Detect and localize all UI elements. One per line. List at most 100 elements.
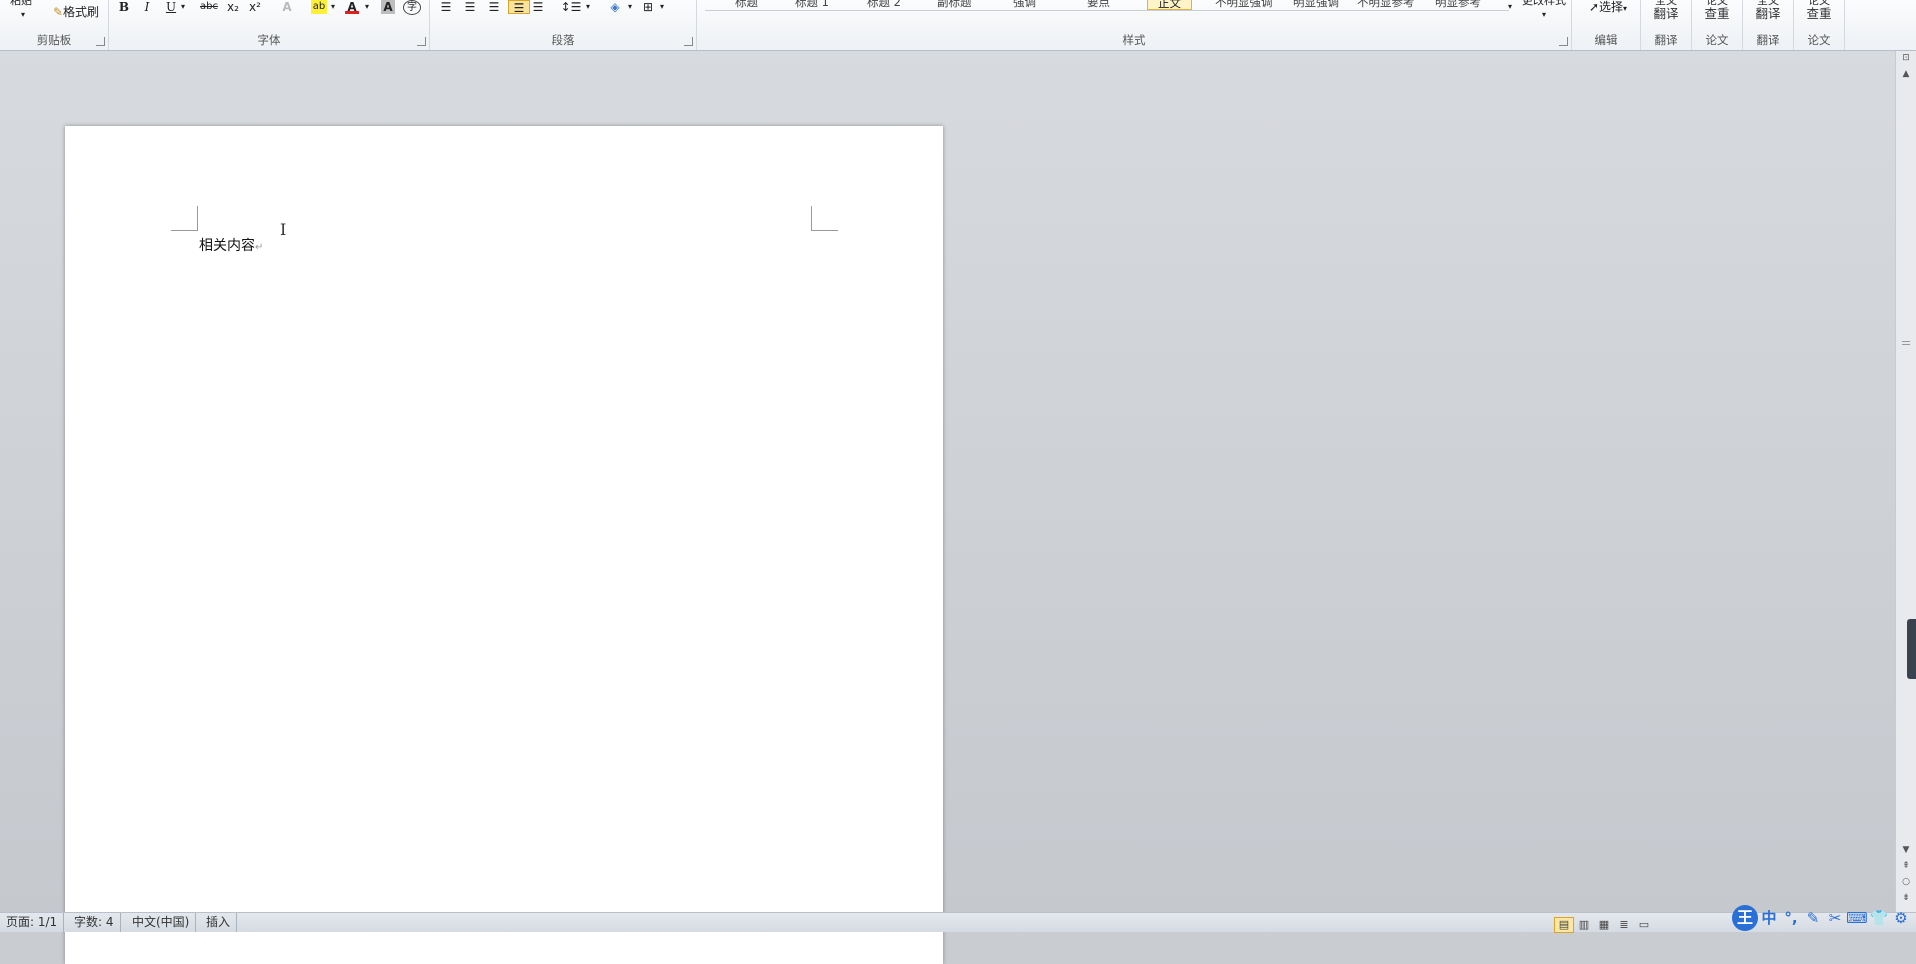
vertical-scrollbar[interactable]: ⊡ ▲ ▼ ⇞ ○ ⇟: [1895, 51, 1916, 913]
font-color-dropdown-icon[interactable]: ▾: [363, 0, 371, 14]
styles-launcher-icon[interactable]: [1559, 37, 1568, 46]
styles-group: 标题 标题 1 标题 2 副标题 强调 要点 正文 不明显强调 明显强调 不明显…: [697, 0, 1572, 50]
change-styles-dropdown-icon[interactable]: ▾: [1539, 8, 1549, 22]
check-label: 查重: [1806, 6, 1832, 21]
print-layout-icon[interactable]: ▤: [1554, 917, 1574, 933]
ime-keyboard-icon[interactable]: ⌨: [1846, 905, 1868, 931]
text-effects-button[interactable]: A: [279, 0, 295, 14]
paper-check-button-2[interactable]: 论文 查重: [1797, 0, 1841, 20]
ime-skin-icon[interactable]: 👕: [1868, 905, 1890, 931]
shading-dropdown-icon[interactable]: ▾: [626, 0, 634, 14]
font-color-button[interactable]: A: [345, 0, 359, 14]
fulltext-translate-button-2[interactable]: 全文 翻译: [1746, 0, 1790, 20]
previous-page-icon[interactable]: ⇞: [1896, 859, 1916, 873]
scroll-up-icon[interactable]: ▲: [1896, 67, 1916, 81]
check-label: 查重: [1704, 6, 1730, 21]
margin-corner-top-right: [811, 206, 838, 231]
strikethrough-button[interactable]: abc: [199, 0, 219, 14]
ime-handwriting-icon[interactable]: ✎: [1802, 905, 1824, 931]
document-page[interactable]: 相关内容↵ I: [65, 126, 943, 964]
translate-label: 翻译: [1653, 6, 1679, 21]
style-item[interactable]: 明显参考: [1435, 0, 1481, 10]
translate-label: 翻译: [1755, 6, 1781, 21]
paragraph-group: ☰ ☰ ☰ ☰ ☰ ↕☰ ▾ ◈ ▾ ⊞ ▾ 段落: [430, 0, 697, 50]
ime-punctuation-icon[interactable]: °,: [1780, 905, 1802, 931]
line-spacing-icon[interactable]: ↕☰: [560, 0, 582, 14]
highlight-icon[interactable]: ab: [311, 0, 327, 14]
paste-dropdown-icon[interactable]: ▾: [18, 8, 28, 22]
status-insert-mode[interactable]: 插入: [200, 913, 238, 932]
font-launcher-icon[interactable]: [417, 37, 426, 46]
line-spacing-dropdown-icon[interactable]: ▾: [584, 0, 592, 14]
fulltext-translate-button[interactable]: 全文 翻译: [1644, 0, 1688, 20]
scroll-down-icon[interactable]: ▼: [1896, 843, 1916, 857]
underline-dropdown-icon[interactable]: ▾: [179, 0, 187, 14]
side-panel-tab[interactable]: [1907, 619, 1916, 679]
format-painter-button[interactable]: ✎格式刷: [46, 5, 106, 19]
style-item[interactable]: 标题 1: [795, 0, 829, 10]
align-center-icon[interactable]: ☰: [462, 0, 478, 14]
status-language[interactable]: 中文(中国): [126, 913, 197, 932]
view-buttons: ▤ ▥ ▦ ≣ ▭: [1554, 915, 1654, 933]
scroll-thumb-grip[interactable]: [1902, 341, 1910, 345]
change-styles-button[interactable]: 更改样式: [1519, 0, 1569, 8]
style-item-selected[interactable]: 正文: [1147, 0, 1192, 10]
ime-chinese-mode[interactable]: 中: [1758, 905, 1780, 931]
justify-icon[interactable]: ☰: [508, 0, 530, 15]
next-page-icon[interactable]: ⇟: [1896, 891, 1916, 905]
highlight-dropdown-icon[interactable]: ▾: [329, 0, 337, 14]
italic-button[interactable]: I: [141, 0, 153, 14]
align-left-icon[interactable]: ☰: [438, 0, 454, 14]
browse-object-icon[interactable]: ○: [1896, 875, 1916, 889]
status-word-count[interactable]: 字数: 4: [68, 913, 121, 932]
ime-scissors-icon[interactable]: ✂: [1824, 905, 1846, 931]
borders-icon[interactable]: ⊞: [640, 0, 656, 14]
paragraph-mark-icon: ↵: [255, 242, 264, 253]
paste-button[interactable]: 粘贴: [6, 0, 36, 8]
borders-dropdown-icon[interactable]: ▾: [658, 0, 666, 14]
paper-check-button[interactable]: 论文 查重: [1695, 0, 1739, 20]
clipboard-launcher-icon[interactable]: [96, 37, 105, 46]
paragraph-label: 段落: [551, 33, 575, 47]
document-paragraph[interactable]: 相关内容↵: [199, 235, 263, 255]
document-text[interactable]: 相关内容: [199, 238, 255, 254]
draft-icon[interactable]: ▭: [1634, 917, 1654, 933]
shading-icon[interactable]: ◈: [606, 0, 624, 14]
style-item[interactable]: 标题: [735, 0, 758, 10]
outline-icon[interactable]: ≣: [1614, 917, 1634, 933]
ibeam-cursor-icon: I: [280, 220, 287, 239]
ime-logo-icon[interactable]: 王: [1732, 905, 1758, 931]
web-layout-icon[interactable]: ▦: [1594, 917, 1614, 933]
style-item[interactable]: 副标题: [937, 0, 972, 10]
full-screen-reading-icon[interactable]: ▥: [1574, 917, 1594, 933]
clipboard-group: 粘贴 ▾ ✎格式刷 剪贴板: [0, 0, 109, 50]
style-item[interactable]: 要点: [1087, 0, 1110, 10]
char-shading-button[interactable]: A: [381, 0, 395, 14]
align-right-icon[interactable]: ☰: [486, 0, 502, 14]
style-item[interactable]: 标题 2: [867, 0, 901, 10]
styles-scroll-icon[interactable]: ▾: [1505, 0, 1515, 14]
status-page[interactable]: 页面: 1/1: [0, 913, 65, 932]
ime-toolbar: 王中 °, ✎ ✂ ⌨ 👕 ⚙: [1732, 905, 1912, 931]
bold-button[interactable]: B: [118, 0, 130, 14]
paper-group-label: 论文: [1705, 33, 1729, 47]
style-item[interactable]: 不明显参考: [1357, 0, 1415, 10]
distributed-align-icon[interactable]: ☰: [530, 0, 546, 14]
clipboard-label: 剪贴板: [36, 33, 72, 47]
style-item[interactable]: 明显强调: [1293, 0, 1339, 10]
style-item[interactable]: 强调: [1013, 0, 1036, 10]
addin-group-translate-2: 全文 翻译 翻译: [1743, 0, 1794, 50]
subscript-button[interactable]: x₂: [225, 0, 241, 14]
select-dropdown-icon: ▾: [1623, 4, 1628, 13]
style-item[interactable]: 不明显强调: [1215, 0, 1273, 10]
paragraph-launcher-icon[interactable]: [684, 37, 693, 46]
ribbon: 粘贴 ▾ ✎格式刷 剪贴板 B I U ▾ abc x₂ x² A ab ▾ A…: [0, 0, 1916, 51]
superscript-button[interactable]: x²: [247, 0, 263, 14]
underline-button[interactable]: U: [165, 0, 177, 14]
select-button[interactable]: ➚选择▾: [1580, 0, 1636, 14]
ime-settings-icon[interactable]: ⚙: [1890, 905, 1912, 931]
enclose-char-button[interactable]: 字: [403, 0, 421, 15]
margin-corner-top-left: [171, 206, 198, 231]
ruler-toggle-icon[interactable]: ⊡: [1896, 51, 1916, 65]
translate-group-label: 翻译: [1756, 33, 1780, 47]
